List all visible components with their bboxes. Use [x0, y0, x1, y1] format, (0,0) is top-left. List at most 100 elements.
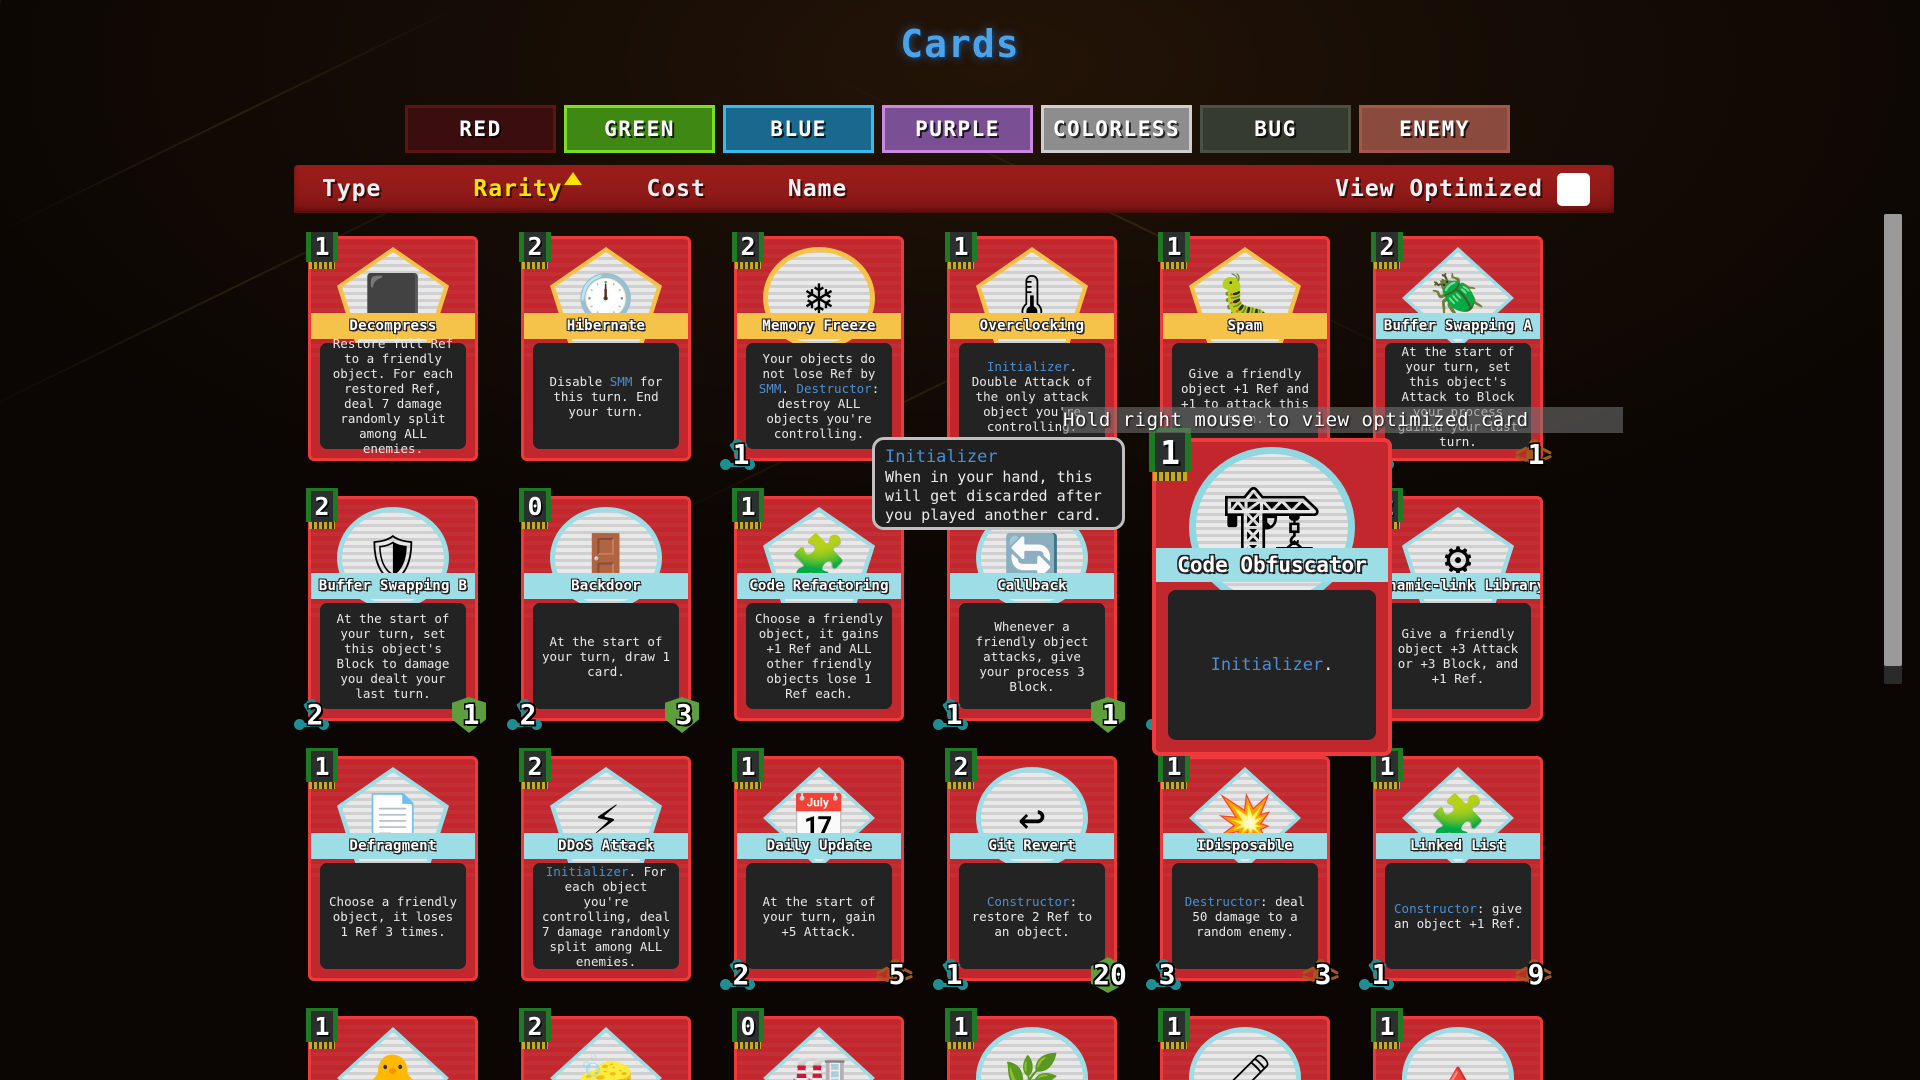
chip-pins-icon	[735, 262, 761, 269]
filter-button-bug[interactable]: BUG	[1200, 105, 1351, 153]
card-dynamic-link-library[interactable]: ⚙ Dynamic-link Library Give a friendly obj…	[1371, 488, 1543, 721]
card-stat-ref: 2	[505, 695, 551, 735]
card-stat-ref: 2	[294, 695, 338, 735]
card-partial-18[interactable]: 🐥 1	[306, 1008, 478, 1080]
card-rarity-value: 1	[1166, 1012, 1182, 1041]
filter-button-red[interactable]: RED	[405, 105, 556, 153]
tooltip-body: When in your hand, this will get discard…	[885, 468, 1102, 524]
card-rarity-value: 1	[740, 752, 756, 781]
card-keyword: SMM	[758, 381, 782, 396]
card-rarity-value: 1	[953, 232, 969, 261]
card-rarity-value: 2	[740, 232, 756, 261]
card-keyword: Initializer	[986, 358, 1070, 374]
card-partial-21[interactable]: 🌿 1	[945, 1008, 1117, 1080]
chip-pins-icon	[735, 782, 761, 789]
card-name: Buffer Swapping B	[318, 578, 468, 594]
sort-rarity-button[interactable]: Rarity	[473, 172, 583, 202]
card-art-icon: 🧽	[577, 1051, 635, 1080]
filter-button-label: PURPLE	[915, 117, 1000, 141]
sort-cost-button[interactable]: Cost	[646, 176, 705, 202]
card-partial-19[interactable]: 🧽 2	[519, 1008, 691, 1080]
card-name: Daily Update	[766, 838, 872, 854]
card-stat-ref: 1	[718, 435, 764, 475]
card-stat-bug: 9	[1513, 955, 1559, 995]
card-hibernate[interactable]: 🕛 Hibernate Disable SMM for this turn. End…	[519, 232, 691, 461]
card-description: Choose a friendly object, it loses 1 Ref…	[320, 863, 466, 969]
chip-pins-icon	[1161, 262, 1187, 269]
page-title: Cards	[900, 22, 1020, 66]
card-ddos-attack[interactable]: ⚡ DDoS Attack Initializer. For each object…	[519, 748, 691, 981]
card-defragment[interactable]: 📄 Defragment Choose a friendly object, it …	[306, 748, 478, 981]
card-rarity-chip: 1	[302, 232, 342, 274]
card-backdoor[interactable]: 🚪 Backdoor At the start of your turn, draw…	[507, 488, 699, 733]
filter-button-colorless[interactable]: COLORLESS	[1041, 105, 1192, 153]
card-decompress[interactable]: ⬛ Decompress Restore full Ref to a friendl…	[306, 232, 478, 461]
card-idisposable[interactable]: 💥 IDisposable Destructor: deal 50 damage t…	[1146, 748, 1340, 990]
card-daily-update[interactable]: 📅 Daily Update At the start of your turn, …	[720, 748, 914, 990]
card-partial-20[interactable]: 🏭 0	[732, 1008, 904, 1080]
card-partial-23[interactable]: 🔺 1	[1371, 1008, 1543, 1080]
card-description: Choose a friendly object, it gains +1 Re…	[746, 603, 892, 709]
card-name-bar: Linked List	[1376, 833, 1540, 859]
card-git-revert[interactable]: ↩ Git Revert Constructor: restore 2 Ref to…	[933, 748, 1127, 993]
card-rarity-value: 1	[314, 1012, 330, 1041]
card-rarity-chip: 1	[1154, 1008, 1194, 1054]
sort-bar: Type Rarity Cost Name View Optimized	[294, 165, 1614, 213]
filter-button-blue[interactable]: BLUE	[723, 105, 874, 153]
filter-button-green[interactable]: GREEN	[564, 105, 715, 153]
card-rarity-chip: 2	[728, 232, 768, 274]
view-optimized-label: View Optimized	[1335, 176, 1543, 202]
card-grid[interactable]: ⬛ Decompress Restore full Ref to a friendl…	[294, 232, 1614, 1080]
overlay-card-name-bar: Code Obfuscator	[1156, 548, 1388, 582]
chip-pins-icon	[1161, 1042, 1187, 1049]
card-name-bar: DDoS Attack	[524, 833, 688, 859]
card-text: Restore full Ref to a friendly object. F…	[332, 336, 454, 456]
card-name: Overclocking	[979, 318, 1085, 334]
scrollbar-track[interactable]	[1884, 214, 1902, 684]
card-text: At the start of your turn, set this obje…	[336, 611, 450, 701]
card-stat-bug: 3	[1300, 955, 1346, 995]
card-description: Constructor: give an object +1 Ref.	[1385, 863, 1531, 969]
chip-pins-icon	[735, 522, 761, 529]
view-optimized-control[interactable]: View Optimized	[1335, 172, 1590, 206]
card-name-bar: Hibernate	[524, 313, 688, 339]
card-buffer-swapping-b[interactable]: 🛡 Buffer Swapping B At the start of your t…	[294, 488, 486, 733]
card-name: Buffer Swapping A	[1383, 318, 1533, 334]
card-description: Your objects do not lose Ref by SMM. Des…	[746, 343, 892, 449]
sort-type-button[interactable]: Type	[322, 176, 381, 202]
card-code-refactoring[interactable]: 🧩 Code Refactoring Choose a friendly objec…	[732, 488, 904, 721]
overlay-desc-keyword: Initializer	[1210, 655, 1324, 675]
filter-button-enemy[interactable]: ENEMY	[1359, 105, 1510, 153]
sort-name-button[interactable]: Name	[788, 176, 847, 202]
overlay-rarity-value: 1	[1160, 432, 1180, 472]
card-stat-value: 1	[1527, 438, 1545, 471]
card-name: Spam	[1227, 318, 1263, 334]
card-stat-value: 1	[732, 438, 750, 471]
card-keyword: Initializer	[545, 863, 629, 879]
filter-button-purple[interactable]: PURPLE	[882, 105, 1033, 153]
chip-pins-icon	[522, 782, 548, 789]
scrollbar-thumb[interactable]	[1884, 214, 1902, 666]
view-optimized-checkbox[interactable]	[1557, 172, 1590, 206]
card-description: Constructor: restore 2 Ref to an object.	[959, 863, 1105, 969]
chip-pins-icon	[1374, 782, 1400, 789]
card-rarity-chip: 2	[941, 748, 981, 794]
card-rarity-value: 1	[740, 492, 756, 521]
card-description: Initializer. Double Attack of the only a…	[959, 343, 1105, 449]
card-partial-22[interactable]: 🖍 1	[1158, 1008, 1330, 1080]
card-stat-value: 2	[519, 698, 537, 731]
tooltip-title: Initializer	[885, 447, 998, 467]
card-linked-list[interactable]: 🧩 Linked List Constructor: give an object …	[1359, 748, 1553, 990]
overlay-card-code-obfuscator[interactable]: 🏗 Code Obfuscator Initializer. 1	[1149, 428, 1392, 756]
chip-pins-icon	[309, 522, 335, 529]
card-name: Backdoor	[571, 578, 641, 594]
filter-button-label: BLUE	[770, 117, 827, 141]
card-stat-shield: 3	[661, 695, 707, 735]
keyword-tooltip: Initializer When in your hand, this will…	[872, 437, 1125, 530]
ascending-sort-arrow-icon	[564, 172, 583, 185]
card-memory-freeze[interactable]: ❄ Memory Freeze Your objects do not lose R…	[720, 232, 904, 470]
card-stat-value: 3	[1314, 958, 1332, 991]
card-stat-value: 2	[732, 958, 750, 991]
card-description: At the start of your turn, gain +5 Attac…	[746, 863, 892, 969]
overlay-card-description: Initializer.	[1168, 590, 1376, 740]
